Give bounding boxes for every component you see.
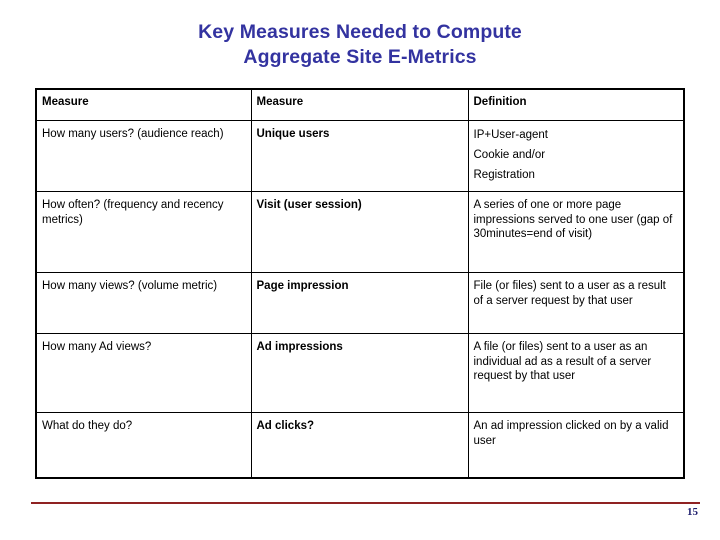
table-row: How many Ad views? Ad impressions A file… [35,333,685,413]
key-measures-table: Measure Measure Definition How many user… [35,88,685,479]
table-row: What do they do? Ad clicks? An ad impres… [35,412,685,479]
cell-measure-name: Ad impressions [250,333,469,413]
column-header-definition: Definition [467,88,685,121]
cell-measure-name: Unique users [250,120,469,192]
page-title-line-2: Aggregate Site E-Metrics [243,46,477,68]
cell-definition: An ad impression clicked on by a valid u… [467,412,685,479]
definition-line: Registration [473,169,535,181]
cell-measure-question: How many views? (volume metric) [35,272,252,334]
cell-definition: File (or files) sent to a user as a resu… [467,272,685,334]
definition-line: IP+User-agent [473,129,548,141]
cell-definition: A file (or files) sent to a user as an i… [467,333,685,413]
footer-divider [31,502,700,504]
cell-measure-name: Ad clicks? [250,412,469,479]
cell-measure-name: Visit (user session) [250,191,469,273]
cell-definition: A series of one or more page impressions… [467,191,685,273]
column-header-measure-name: Measure [250,88,469,121]
definition-line: Cookie and/or [473,149,546,161]
cell-measure-name: Page impression [250,272,469,334]
table-row: How many views? (volume metric) Page imp… [35,272,685,334]
cell-measure-question: How many users? (audience reach) [35,120,252,192]
cell-measure-question: How many Ad views? [35,333,252,413]
table-header-row: Measure Measure Definition [35,88,685,121]
cell-measure-question: What do they do? [35,412,252,479]
page-title: Key Measures Needed to Compute Aggregate… [0,20,720,70]
column-header-measure-question: Measure [35,88,252,121]
page-title-line-1: Key Measures Needed to Compute [198,21,522,43]
cell-measure-question: How often? (frequency and recency metric… [35,191,252,273]
table-row: How many users? (audience reach) Unique … [35,120,685,192]
table-row: How often? (frequency and recency metric… [35,191,685,273]
cell-definition: IP+User-agent Cookie and/or Registration [467,120,685,192]
page-number: 15 [687,506,698,518]
key-measures-table-container: Measure Measure Definition How many user… [35,88,685,479]
